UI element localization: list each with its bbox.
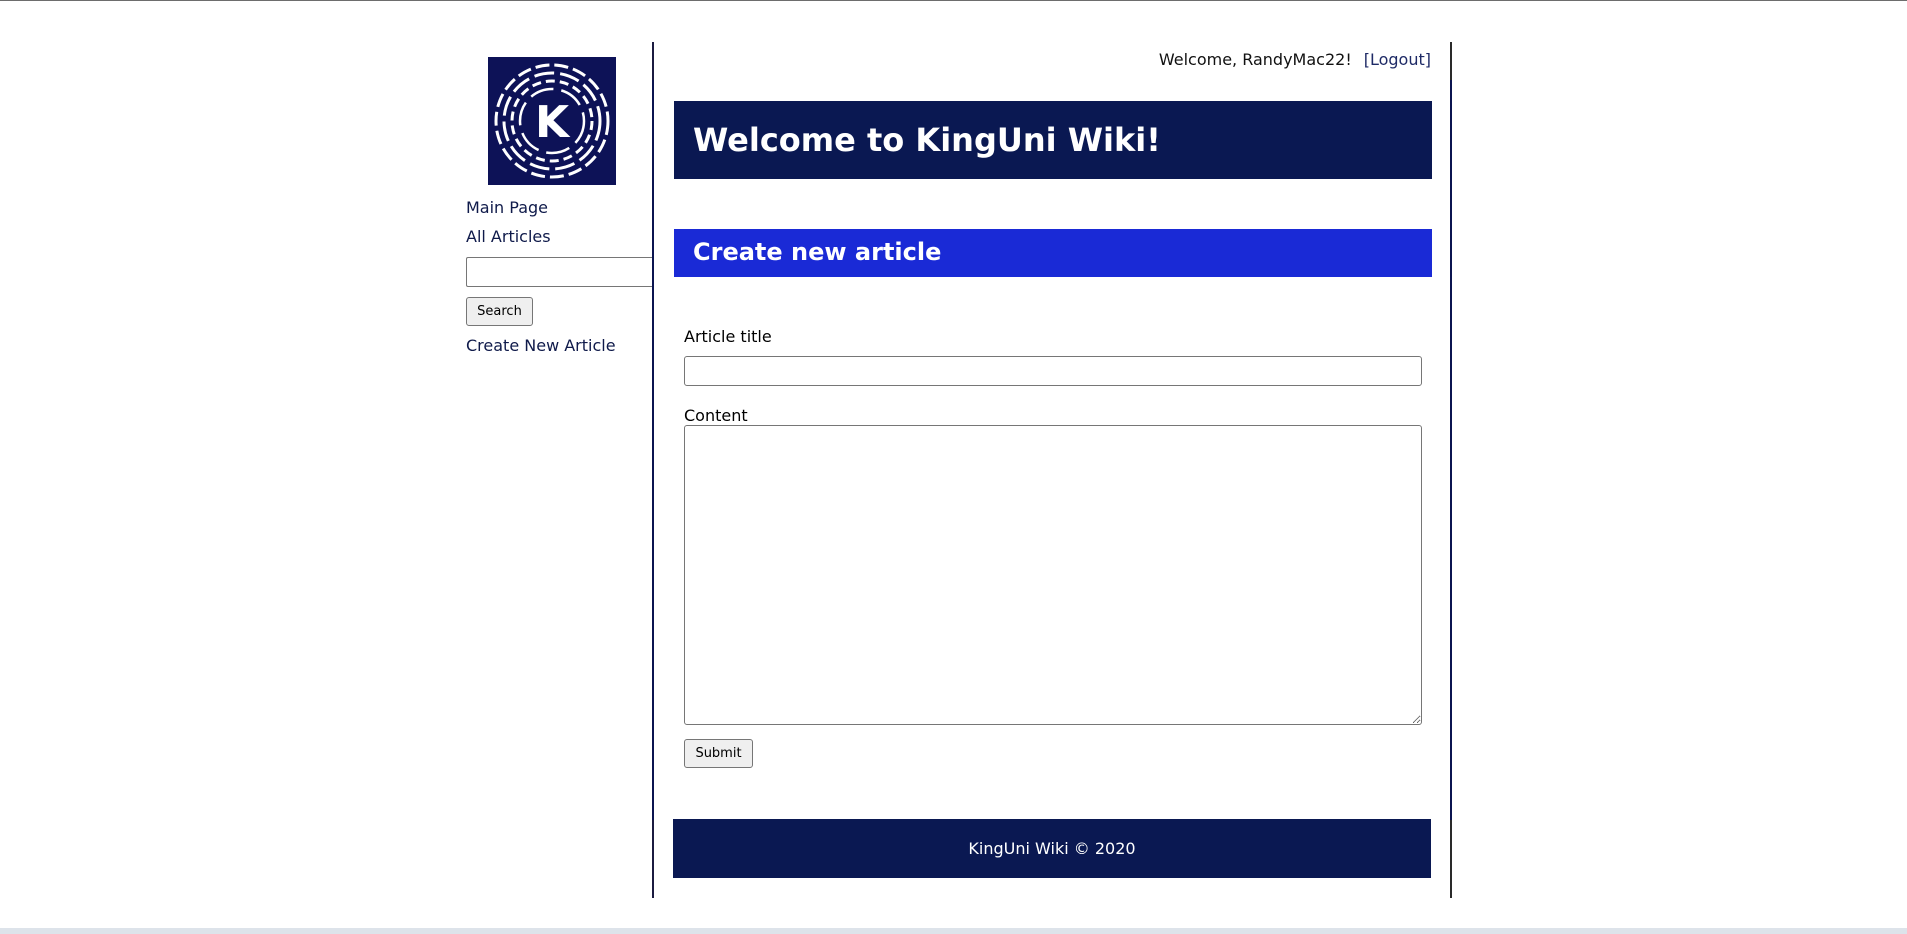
section-title: Create new article xyxy=(693,238,942,266)
footer-copyright: KingUni Wiki © 2020 xyxy=(968,839,1136,858)
section-header: Create new article xyxy=(674,229,1432,277)
search-input[interactable] xyxy=(466,257,652,287)
main-column-left-border-accent xyxy=(652,80,654,820)
submit-button[interactable]: Submit xyxy=(684,739,753,768)
content-textarea[interactable] xyxy=(684,425,1422,725)
site-logo[interactable]: K xyxy=(488,57,616,185)
nav-link-create-new-article[interactable]: Create New Article xyxy=(466,336,616,355)
search-button[interactable]: Search xyxy=(466,297,533,326)
nav-link-all-articles[interactable]: All Articles xyxy=(466,227,551,246)
hero-banner: Welcome to KingUni Wiki! xyxy=(674,101,1432,179)
logout-link[interactable]: [Logout] xyxy=(1364,50,1431,69)
logo-emblem-icon: K xyxy=(494,63,610,179)
welcome-message: Welcome, RandyMac22! xyxy=(1158,50,1352,69)
article-title-input[interactable] xyxy=(684,356,1422,386)
page-title: Welcome to KingUni Wiki! xyxy=(693,121,1161,159)
window-bottom-band xyxy=(0,928,1907,934)
content-label: Content xyxy=(684,406,748,425)
window-top-border xyxy=(0,0,1907,1)
nav-link-main-page[interactable]: Main Page xyxy=(466,198,548,217)
article-title-label: Article title xyxy=(684,327,772,346)
sidebar: K Main Page All Articles Search Create N… xyxy=(466,0,652,900)
logo-letter: K xyxy=(535,97,571,148)
footer: KingUni Wiki © 2020 xyxy=(673,819,1431,878)
user-bar: Welcome, RandyMac22! [Logout] xyxy=(1000,50,1431,69)
main-column-right-border-accent xyxy=(1450,80,1452,820)
